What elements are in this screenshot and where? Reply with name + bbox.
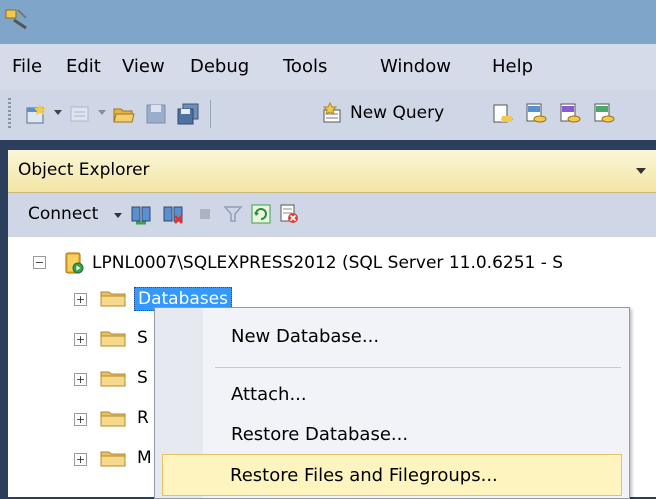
menu-help[interactable]: Help [492, 56, 533, 77]
databases-context-menu: New Database... Attach... Restore Databa… [154, 307, 630, 499]
expand-security-icon[interactable]: + [74, 333, 87, 346]
folder-icon [100, 451, 126, 467]
databases-folder-icon [100, 291, 126, 307]
analysis-services-mdx-query-icon[interactable] [524, 102, 548, 126]
server-icon [65, 252, 84, 274]
folder-icon [100, 411, 126, 427]
menu-file[interactable]: File [12, 56, 42, 77]
menu-item-label: Restore Files and Filegroups... [230, 465, 498, 486]
new-project-icon[interactable] [24, 102, 48, 126]
analysis-services-dmx-query-icon[interactable] [558, 102, 582, 126]
open-file-icon[interactable] [112, 102, 136, 126]
menu-item-restore-database[interactable]: Restore Database... [203, 414, 629, 454]
title-bar [0, 0, 656, 44]
connect-dropdown-icon[interactable] [114, 213, 122, 218]
add-item-dropdown-icon[interactable] [98, 110, 106, 115]
ssms-app-icon[interactable] [4, 6, 30, 32]
new-query-button[interactable]: New Query [350, 103, 444, 123]
main-toolbar: New Query [0, 90, 656, 140]
server-node-label[interactable]: LPNL0007\SQLEXPRESS2012 (SQL Server 11.0… [92, 253, 563, 273]
window-position-dropdown-icon[interactable] [636, 168, 646, 174]
object-explorer-header: Object Explorer [8, 150, 656, 193]
context-menu-separator [215, 367, 621, 368]
server-objects-node-label[interactable]: S [137, 368, 148, 388]
toolbar-grip[interactable] [8, 98, 11, 130]
menu-bar: File Edit View Debug Tools Window Help [0, 44, 656, 90]
expand-management-icon[interactable]: + [74, 453, 87, 466]
expand-databases-icon[interactable]: + [74, 293, 87, 306]
collapse-server-icon[interactable]: − [33, 256, 46, 269]
security-node-label[interactable]: S [137, 328, 148, 348]
menu-item-label: Attach... [231, 384, 307, 405]
filter-icon[interactable] [222, 203, 244, 225]
menu-item-new-database[interactable]: New Database... [203, 316, 629, 356]
disconnect-icon[interactable] [162, 203, 184, 225]
folder-icon [100, 331, 126, 347]
expand-replication-icon[interactable]: + [74, 413, 87, 426]
connect-button[interactable]: Connect [28, 204, 98, 224]
refresh-icon[interactable] [250, 203, 272, 225]
menu-edit[interactable]: Edit [66, 56, 101, 77]
new-query-icon[interactable] [320, 102, 344, 126]
replication-node-label[interactable]: R [137, 408, 149, 428]
new-project-dropdown-icon[interactable] [54, 110, 62, 115]
expand-server-objects-icon[interactable]: + [74, 373, 87, 386]
menu-item-label: Restore Database... [231, 424, 409, 445]
menu-window[interactable]: Window [380, 56, 451, 77]
menu-item-label: New Database... [231, 326, 380, 347]
stop-icon[interactable] [194, 203, 216, 225]
save-all-icon[interactable] [176, 102, 200, 126]
menu-debug[interactable]: Debug [190, 56, 249, 77]
analysis-services-xmla-query-icon[interactable] [592, 102, 616, 126]
folder-icon [100, 371, 126, 387]
activity-monitor-icon[interactable] [278, 203, 300, 225]
object-explorer-toolbar: Connect [8, 193, 656, 237]
management-node-label[interactable]: M [137, 448, 152, 468]
menu-item-attach[interactable]: Attach... [203, 374, 629, 414]
database-engine-query-icon[interactable] [490, 102, 514, 126]
toolbar-separator [210, 100, 211, 128]
menu-item-restore-files-and-filegroups[interactable]: Restore Files and Filegroups... [162, 454, 622, 496]
menu-tools[interactable]: Tools [283, 56, 327, 77]
connect-object-explorer-icon[interactable] [130, 203, 152, 225]
save-icon[interactable] [144, 102, 168, 126]
object-explorer-title: Object Explorer [18, 160, 150, 180]
menu-view[interactable]: View [122, 56, 165, 77]
add-item-icon[interactable] [68, 102, 92, 126]
